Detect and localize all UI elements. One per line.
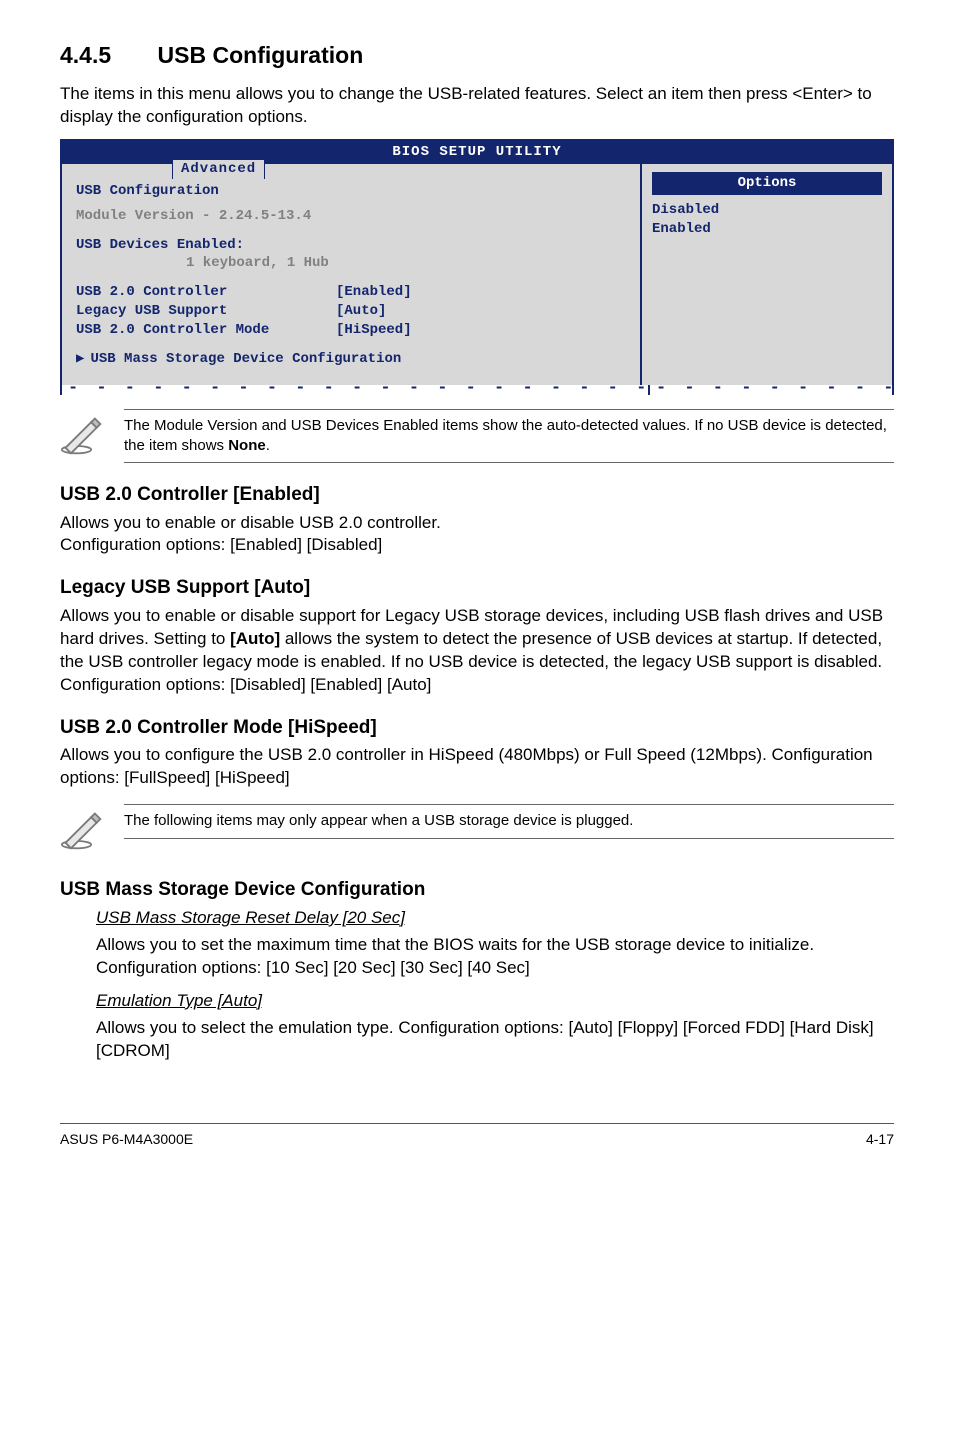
bios-panel-title: USB Configuration	[76, 182, 626, 201]
bios-panel: BIOS SETUP UTILITY Advanced USB Configur…	[60, 139, 894, 385]
item-heading-usb20-mode: USB 2.0 Controller Mode [HiSpeed]	[60, 715, 894, 741]
pencil-icon	[60, 409, 108, 464]
section-heading: 4.4.5 USB Configuration	[60, 40, 894, 71]
page-footer: ASUS P6-M4A3000E 4-17	[60, 1123, 894, 1149]
item-body-legacy: Allows you to enable or disable support …	[60, 605, 894, 697]
item-heading-usb20-controller: USB 2.0 Controller [Enabled]	[60, 482, 894, 508]
item-body: Allows you to configure the USB 2.0 cont…	[60, 744, 894, 790]
bios-row-legacy-usb[interactable]: Legacy USB Support [Auto]	[76, 302, 626, 321]
bios-devices-label: USB Devices Enabled:	[76, 237, 244, 253]
pencil-icon	[60, 804, 108, 859]
sub-item-body: Allows you to select the emulation type.…	[96, 1017, 894, 1063]
footer-left: ASUS P6-M4A3000E	[60, 1130, 193, 1149]
bios-module-version: Module Version - 2.24.5-13.4	[76, 207, 626, 226]
bios-header-title: BIOS SETUP UTILITY	[392, 144, 561, 160]
item-heading-legacy-usb: Legacy USB Support [Auto]	[60, 575, 894, 601]
sub-item-heading-reset-delay: USB Mass Storage Reset Delay [20 Sec]	[96, 908, 405, 927]
bios-option-enabled[interactable]: Enabled	[652, 220, 882, 239]
item-body: Allows you to enable or disable USB 2.0 …	[60, 512, 894, 558]
note-box-2: The following items may only appear when…	[60, 804, 894, 859]
sub-item-heading-emulation-type: Emulation Type [Auto]	[96, 991, 262, 1010]
bios-header: BIOS SETUP UTILITY Advanced	[62, 141, 892, 164]
bios-row-label: USB 2.0 Controller	[76, 283, 336, 302]
bios-bottom-dashes: - - - - - - - - - - - - - - - - - - - - …	[60, 385, 894, 395]
note-text: The Module Version and USB Devices Enabl…	[124, 409, 894, 464]
bios-option-disabled[interactable]: Disabled	[652, 201, 882, 220]
bios-submenu-mass-storage[interactable]: USB Mass Storage Device Configuration	[76, 350, 626, 369]
bios-row-usb20-mode[interactable]: USB 2.0 Controller Mode [HiSpeed]	[76, 321, 626, 340]
bios-row-label: USB 2.0 Controller Mode	[76, 321, 336, 340]
sub-item-body: Allows you to set the maximum time that …	[96, 934, 894, 980]
bios-row-usb20-controller[interactable]: USB 2.0 Controller [Enabled]	[76, 283, 626, 302]
bios-left-pane: USB Configuration Module Version - 2.24.…	[62, 164, 642, 385]
section-number: 4.4.5	[60, 40, 111, 71]
bios-options-header: Options	[652, 172, 882, 195]
bios-right-pane: Options Disabled Enabled	[642, 164, 892, 385]
bios-tab-advanced[interactable]: Advanced	[172, 159, 265, 179]
section-title: USB Configuration	[158, 42, 364, 68]
bios-row-value: [Auto]	[336, 302, 386, 321]
bios-row-value: [Enabled]	[336, 283, 412, 302]
note-box-1: The Module Version and USB Devices Enabl…	[60, 409, 894, 464]
note-text: The following items may only appear when…	[124, 804, 894, 838]
footer-right: 4-17	[866, 1130, 894, 1149]
bios-devices-value: 1 keyboard, 1 Hub	[76, 254, 626, 273]
bios-row-value: [HiSpeed]	[336, 321, 412, 340]
item-heading-mass-storage: USB Mass Storage Device Configuration	[60, 877, 894, 903]
intro-paragraph: The items in this menu allows you to cha…	[60, 83, 894, 129]
bios-row-label: Legacy USB Support	[76, 302, 336, 321]
